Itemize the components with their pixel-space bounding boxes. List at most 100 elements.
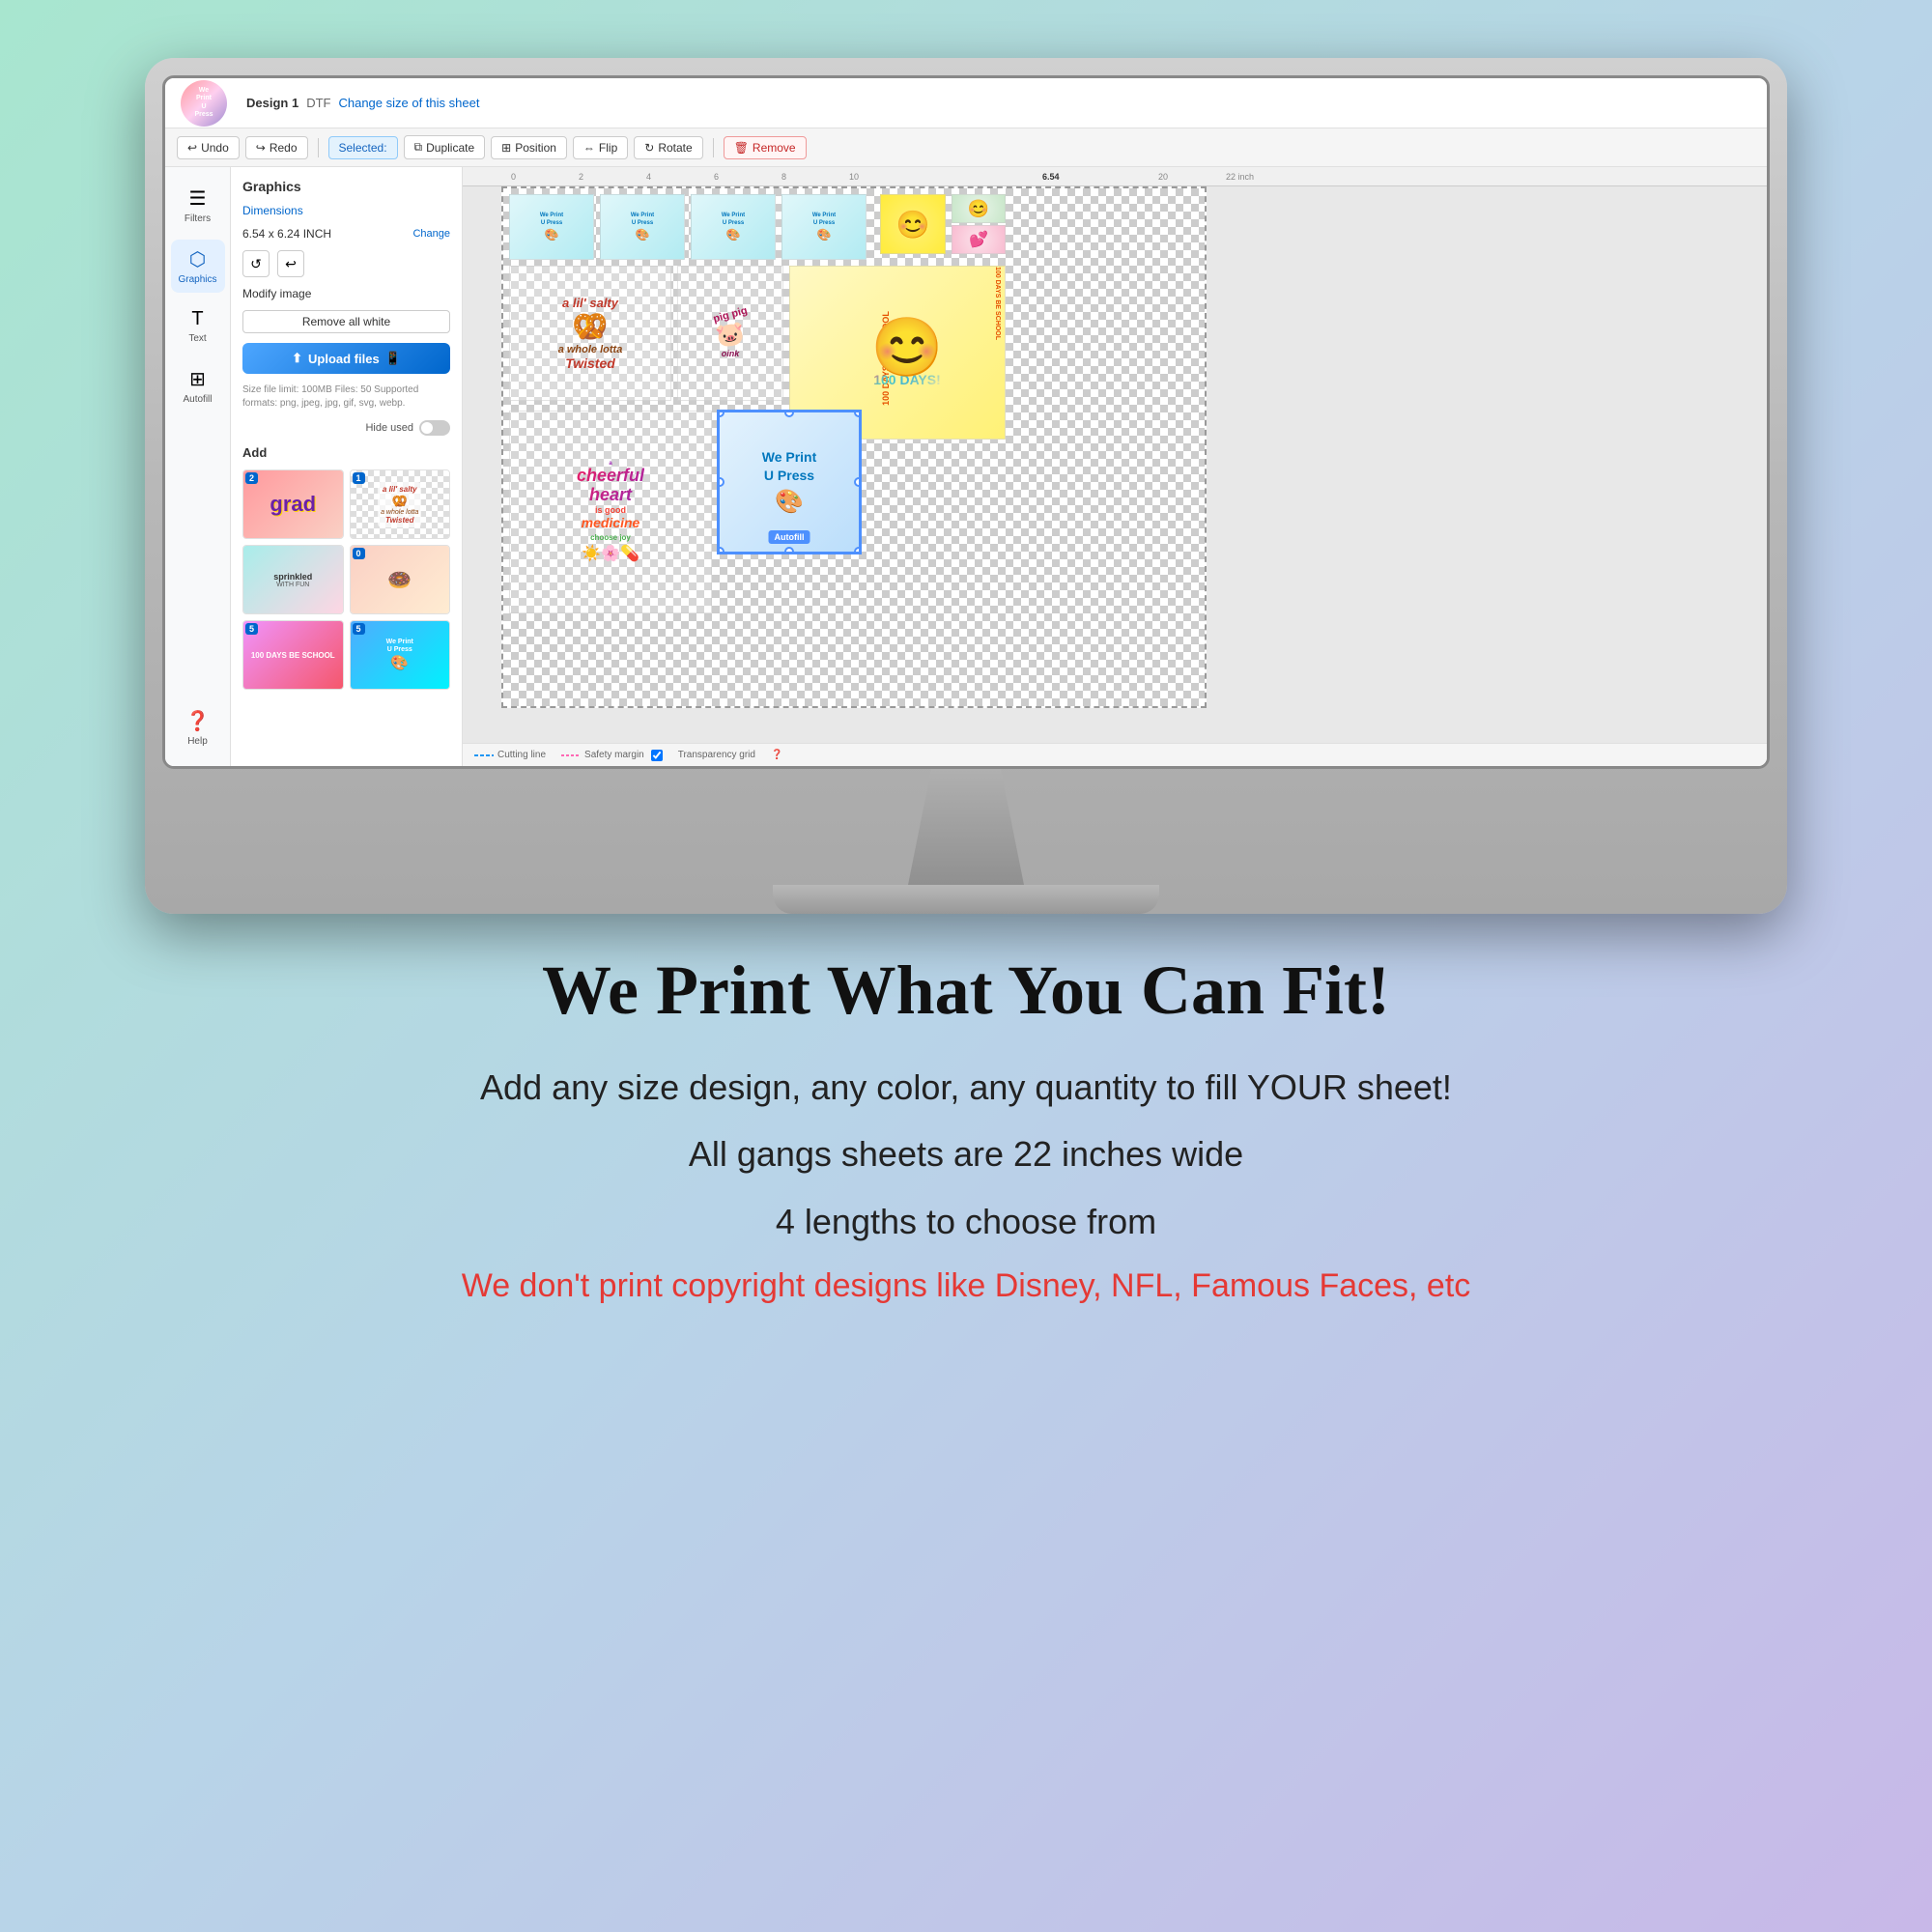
list-item[interactable]: 5 We PrintU Press 🎨: [350, 620, 451, 690]
canvas-footer: Cutting line Safety margin Transparenc: [463, 743, 1767, 766]
sidebar-item-text[interactable]: T Text: [171, 300, 225, 352]
autofill-button[interactable]: Autofill: [769, 530, 810, 544]
text-icon: T: [191, 308, 203, 330]
design-info: Design 1 DTF Change size of this sheet: [246, 96, 479, 110]
thumb-badge-4: 0: [353, 548, 365, 559]
remove-icon: 🗑: [734, 141, 749, 155]
list-item[interactable]: 1 a lil' salty 🥨 a whole lotta Twisted: [350, 469, 451, 539]
stand-base: [773, 885, 1159, 914]
resize-handle-mr[interactable]: [854, 477, 861, 487]
canvas-sticker[interactable]: We PrintU Press 🎨: [691, 194, 776, 260]
redo-button[interactable]: ↪ Redo: [245, 136, 308, 159]
monitor-wrapper: WePrintUPress Design 1 DTF Change size o…: [0, 0, 1932, 1344]
stand-neck: [908, 769, 1024, 885]
panel-dimensions-label: Dimensions: [242, 204, 450, 217]
canvas-sticker[interactable]: We PrintU Press 🎨: [781, 194, 867, 260]
help-footer-icon: ❓: [771, 750, 782, 760]
upload-button[interactable]: ⬆ Upload files 📱: [242, 343, 450, 374]
thumb-inner-3: sprinkled WITH FUN: [243, 546, 343, 613]
thumb-inner-6: We PrintU Press 🎨: [351, 621, 450, 689]
canvas-sticker-pig[interactable]: pig pig 🐷 oink: [677, 266, 783, 401]
duplicate-button[interactable]: ⧉ Duplicate: [404, 135, 486, 159]
dimensions-value: 6.54 x 6.24 INCH: [242, 227, 331, 241]
list-item[interactable]: 0 🍩: [350, 545, 451, 614]
flip-button[interactable]: ⇔ Flip: [573, 136, 628, 159]
canvas-sticker-salty[interactable]: a lil' salty 🥨 a whole lotta Twisted: [509, 266, 671, 401]
thumb-inner-2: a lil' salty 🥨 a whole lotta Twisted: [351, 470, 450, 538]
hide-used-toggle[interactable]: [419, 420, 450, 436]
position-icon: ⊞: [501, 141, 511, 155]
headline: We Print What You Can Fit!: [462, 952, 1471, 1029]
monitor-outer: WePrintUPress Design 1 DTF Change size o…: [145, 58, 1787, 914]
panel: Graphics Dimensions 6.54 x 6.24 INCH Cha…: [231, 167, 463, 766]
remove-white-button[interactable]: Remove all white: [242, 310, 450, 333]
list-item[interactable]: 5 100 DAYS BE SCHOOL: [242, 620, 344, 690]
reset-icon-btn[interactable]: ↺: [242, 250, 270, 277]
resize-handle-br[interactable]: [854, 547, 861, 554]
canvas-sticker[interactable]: 💕: [952, 225, 1006, 254]
add-label: Add: [242, 445, 450, 460]
thumb-inner-1: grad: [243, 470, 343, 538]
undo-button[interactable]: ↩ Undo: [177, 136, 240, 159]
thumb-inner-4: 🍩: [351, 546, 450, 613]
resize-handle-tr[interactable]: [854, 411, 861, 417]
list-item[interactable]: 2 grad: [242, 469, 344, 539]
design-name: Design 1: [246, 96, 298, 110]
rotate-button[interactable]: ↻ Rotate: [634, 136, 702, 159]
sidebar-item-help[interactable]: ❓ Help: [171, 701, 225, 754]
duplicate-icon: ⧉: [414, 140, 423, 155]
app-header: WePrintUPress Design 1 DTF Change size o…: [165, 78, 1767, 128]
canvas-sticker-cheerful[interactable]: a cheerfulheart is good medicine choose …: [509, 411, 712, 613]
remove-button[interactable]: 🗑 Remove: [724, 136, 807, 159]
change-size-link[interactable]: Change size of this sheet: [338, 96, 479, 110]
canvas-sticker-weprint-selected[interactable]: We PrintU Press 🎨: [718, 411, 861, 554]
ruler-top: 0 2 4 6 8 10 6.54 20 22 inch: [463, 167, 1767, 186]
thumb-badge-6: 5: [353, 623, 365, 635]
thumb-badge-2: 1: [353, 472, 365, 484]
rotate-icon: ↻: [644, 141, 654, 155]
design-sheet[interactable]: We PrintU Press 🎨 We PrintU Press 🎨: [501, 186, 1207, 708]
thumb-inner-5: 100 DAYS BE SCHOOL: [243, 621, 343, 689]
body-line-1: Add any size design, any color, any quan…: [462, 1058, 1471, 1117]
hide-used-label: Hide used: [365, 422, 413, 434]
change-link[interactable]: Change: [412, 228, 450, 240]
main-layout: ☰ Filters ⬡ Graphics T Text ⊞: [165, 167, 1767, 766]
sidebar-item-filters[interactable]: ☰ Filters: [171, 179, 225, 232]
canvas-sticker[interactable]: We PrintU Press 🎨: [509, 194, 594, 260]
autofill-icon: ⊞: [189, 367, 206, 391]
file-limits: Size file limit: 100MB Files: 50 Support…: [242, 384, 450, 411]
monitor-stand: [162, 769, 1770, 914]
resize-handle-bl[interactable]: [718, 547, 724, 554]
canvas-area[interactable]: 0 2 4 6 8 10 6.54 20 22 inch: [463, 167, 1767, 766]
resize-handle-mb[interactable]: [784, 547, 794, 554]
safety-margin-checkbox[interactable]: [651, 750, 663, 761]
canvas-sticker[interactable]: 😊: [952, 194, 1006, 223]
body-line-2: All gangs sheets are 22 inches wide: [462, 1124, 1471, 1183]
body-line-3: 4 lengths to choose from: [462, 1192, 1471, 1251]
design-type: DTF: [306, 96, 330, 110]
design-sheet-inner: We PrintU Press 🎨 We PrintU Press 🎨: [503, 188, 1205, 706]
undo-icon-btn[interactable]: ↩: [277, 250, 304, 277]
monitor-screen: WePrintUPress Design 1 DTF Change size o…: [162, 75, 1770, 769]
canvas-sticker[interactable]: We PrintU Press 🎨: [600, 194, 685, 260]
list-item[interactable]: sprinkled WITH FUN: [242, 545, 344, 614]
bottom-text-section: We Print What You Can Fit! Add any size …: [384, 914, 1548, 1344]
thumbnail-grid: 2 grad 1 a lil' salty 🥨: [242, 469, 450, 690]
toolbar-divider-1: [318, 138, 319, 157]
redo-icon: ↪: [256, 141, 266, 155]
selected-button[interactable]: Selected:: [328, 136, 398, 159]
sidebar-item-autofill[interactable]: ⊞ Autofill: [171, 359, 225, 412]
thumb-badge-5: 5: [245, 623, 258, 635]
canvas-sticker[interactable]: 😊: [880, 194, 946, 254]
help-icon: ❓: [185, 709, 210, 733]
help-label: Help: [187, 736, 208, 747]
upload-icon: ⬆: [292, 351, 302, 366]
modify-label: Modify image: [242, 287, 450, 300]
hide-used-row: Hide used: [242, 420, 450, 436]
sidebar-item-graphics[interactable]: ⬡ Graphics: [171, 240, 225, 293]
undo-icon: ↩: [187, 141, 197, 155]
safety-margin-legend: Safety margin: [561, 750, 663, 761]
cutting-line-legend: Cutting line: [474, 750, 546, 760]
position-button[interactable]: ⊞ Position: [491, 136, 567, 159]
mobile-upload-icon: 📱: [385, 351, 401, 366]
